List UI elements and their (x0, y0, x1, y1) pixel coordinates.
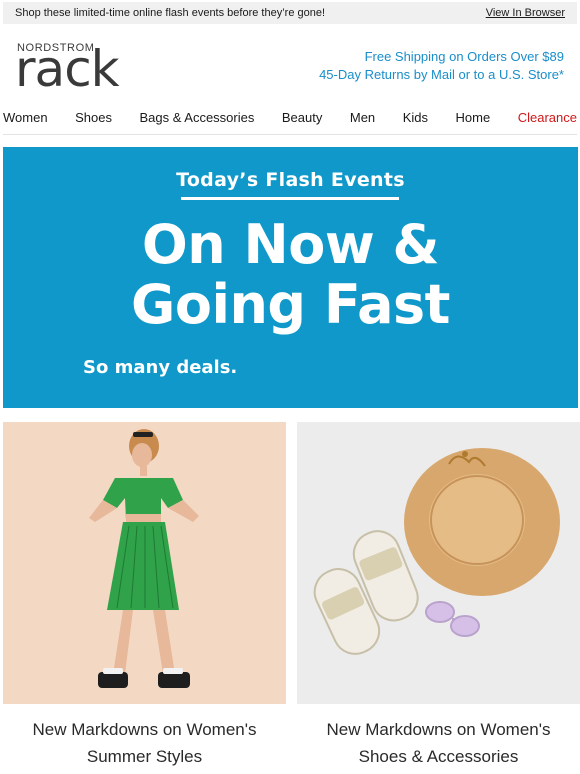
nav-item-women[interactable]: Women (3, 110, 48, 125)
nav-item-beauty[interactable]: Beauty (282, 110, 322, 125)
tile-caption-line2: Summer Styles (86, 747, 203, 766)
header: NORDSTROM rack Free Shipping on Orders O… (0, 36, 580, 96)
tile-womens-shoes-accessories[interactable]: New Markdowns on Women's Shoes & Accesso… (297, 422, 580, 774)
model-green-dress-image[interactable] (3, 422, 286, 704)
returns-text: 45-Day Returns by Mail or to a U.S. Stor… (319, 67, 564, 82)
free-shipping-text: Free Shipping on Orders Over $89 (364, 49, 564, 64)
nav-item-shoes[interactable]: Shoes (75, 110, 112, 125)
hero-banner[interactable]: Today’s Flash Events On Now & Going Fast… (3, 147, 578, 408)
nav-item-bags-accessories[interactable]: Bags & Accessories (139, 110, 254, 125)
tile-womens-summer-styles[interactable]: New Markdowns on Women's Summer Styles (3, 422, 286, 774)
view-in-browser-link[interactable]: View In Browser (486, 7, 565, 19)
tile-caption-line2: Shoes & Accessories (358, 747, 519, 766)
hero-headline-line1: On Now & (141, 213, 440, 276)
hero-subtext: So many deals. (83, 357, 238, 378)
nav-item-home[interactable]: Home (456, 110, 491, 125)
logo-wordmark-big: rack (15, 40, 120, 98)
preheader-bar: Shop these limited-time online flash eve… (3, 2, 577, 24)
nav-item-clearance[interactable]: Clearance (518, 110, 577, 125)
nordstrom-rack-logo[interactable]: NORDSTROM rack (15, 40, 120, 98)
tile-caption[interactable]: New Markdowns on Women's Summer Styles (3, 716, 286, 770)
model-green-dress-illustration (89, 429, 199, 688)
hero-headline: On Now & Going Fast (3, 215, 578, 335)
main-nav: Women Shoes Bags & Accessories Beauty Me… (0, 104, 580, 130)
promo-messages[interactable]: Free Shipping on Orders Over $89 45-Day … (319, 48, 564, 84)
sandals-hat-sunglasses-image[interactable] (297, 422, 580, 704)
preheader-text: Shop these limited-time online flash eve… (15, 7, 326, 19)
hero-eyebrow-underline (181, 197, 399, 200)
tile-caption[interactable]: New Markdowns on Women's Shoes & Accesso… (297, 716, 580, 770)
nav-divider (3, 134, 577, 135)
hero-headline-line2: Going Fast (131, 273, 450, 336)
nav-item-men[interactable]: Men (350, 110, 375, 125)
tile-caption-line1: New Markdowns on Women's (32, 720, 257, 739)
sandals-hat-sunglasses-illustration (313, 448, 560, 655)
hero-eyebrow: Today’s Flash Events (176, 169, 405, 191)
nav-item-kids[interactable]: Kids (403, 110, 428, 125)
tile-caption-line1: New Markdowns on Women's (326, 720, 551, 739)
